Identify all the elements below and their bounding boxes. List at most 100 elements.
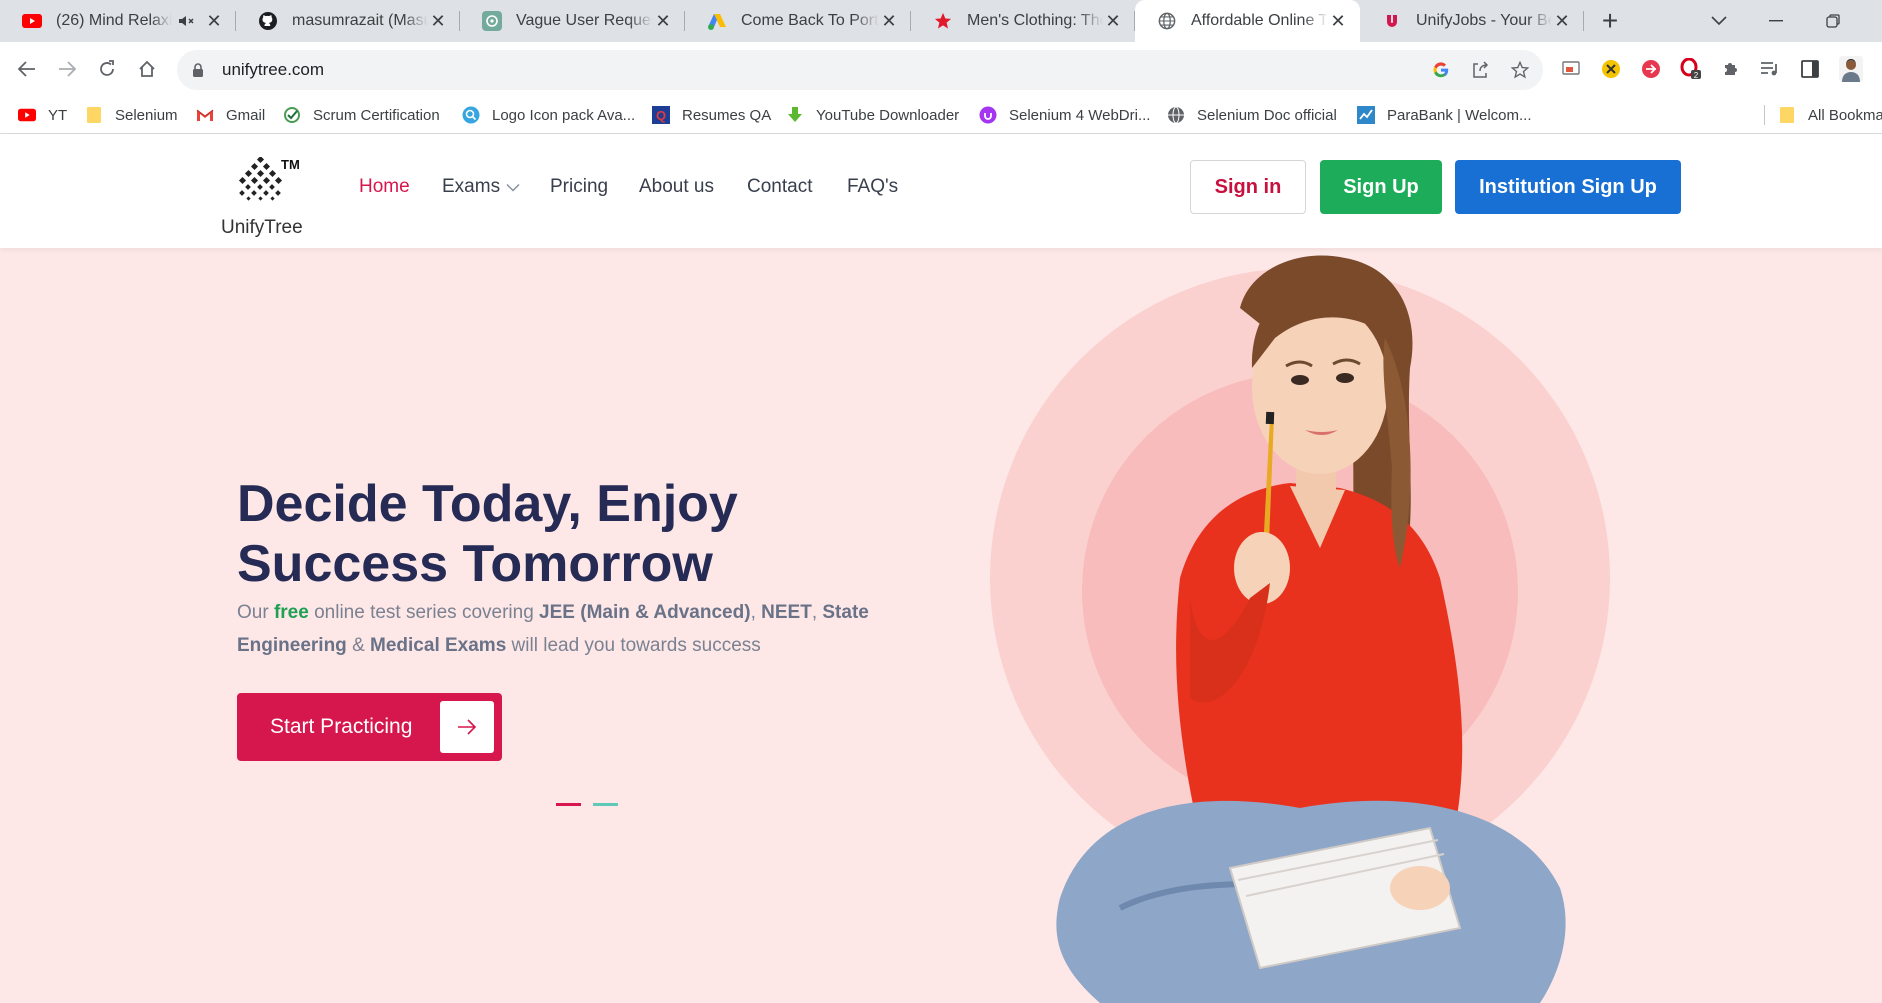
share-icon[interactable] xyxy=(1470,60,1490,80)
forward-icon[interactable] xyxy=(50,52,84,86)
tab-github[interactable]: masumrazait (Masum Raza) ✕ xyxy=(236,0,460,42)
tab-google-ads[interactable]: Come Back To Portfolio ✕ xyxy=(685,0,911,42)
hero-section: Decide Today, Enjoy Success Tomorrow Our… xyxy=(0,248,1882,1003)
minimize-icon[interactable] xyxy=(1756,0,1796,42)
bookmark-youtube-downloader[interactable]: YouTube Downloader xyxy=(786,96,959,134)
nav-about[interactable]: About us xyxy=(639,176,714,198)
bookmark-label: All Bookmarks xyxy=(1808,106,1882,124)
close-tab-icon[interactable]: ✕ xyxy=(204,11,224,31)
nav-faq[interactable]: FAQ's xyxy=(847,176,898,198)
restore-icon[interactable] xyxy=(1813,0,1853,42)
download-icon xyxy=(786,106,804,124)
bookmark-resumes-qa[interactable]: Q Resumes QA xyxy=(652,96,771,134)
youtube-icon xyxy=(18,106,36,124)
mute-extension-icon[interactable] xyxy=(1598,56,1624,82)
bookmark-star-icon[interactable] xyxy=(1510,60,1530,80)
carousel-dot-2[interactable] xyxy=(593,803,618,806)
tab-unifyjobs[interactable]: UnifyJobs - Your Best Job ✕ xyxy=(1360,0,1584,42)
home-icon[interactable] xyxy=(130,52,164,86)
chatgpt-icon xyxy=(482,11,502,31)
sub-text: & xyxy=(346,635,371,656)
tab-strip: (26) Mind Relaxing Music ✕ masumrazait (… xyxy=(0,0,1882,42)
adblock-extension-icon[interactable] xyxy=(1638,56,1664,82)
bookmark-label: Scrum Certification xyxy=(313,106,440,124)
bookmarks-bar: YT Selenium Gmail Scrum Certification Lo… xyxy=(0,96,1882,134)
tab-title: Come Back To Portfolio xyxy=(741,12,879,29)
google-ads-icon xyxy=(707,11,727,31)
bookmark-all-bookmarks[interactable]: All Bookmarks xyxy=(1778,96,1882,134)
sub-jee: JEE (Main & Advanced) xyxy=(539,602,751,623)
hero-title-line2: Success Tomorrow xyxy=(237,535,713,593)
tab-title: Vague User Request xyxy=(516,12,653,29)
nav-exams[interactable]: Exams xyxy=(442,176,520,198)
carousel-dot-active[interactable] xyxy=(556,803,581,806)
youtube-icon xyxy=(22,11,42,31)
close-tab-icon[interactable]: ✕ xyxy=(879,11,899,31)
arrow-right-icon xyxy=(440,701,494,753)
bookmark-yt[interactable]: YT xyxy=(18,96,67,134)
bookmark-gmail[interactable]: Gmail xyxy=(196,96,265,134)
globe-icon xyxy=(1157,11,1177,31)
nav-home[interactable]: Home xyxy=(359,176,410,198)
sub-text: Our xyxy=(237,602,274,623)
address-bar[interactable]: unifytree.com xyxy=(177,50,1543,90)
bookmark-label: Gmail xyxy=(226,106,266,124)
sign-up-button[interactable]: Sign Up xyxy=(1320,160,1442,214)
tab-title: (26) Mind Relaxing Music xyxy=(56,12,172,29)
side-panel-icon[interactable] xyxy=(1797,56,1823,82)
sub-medical: Medical Exams xyxy=(370,635,507,656)
sub-text: will lead you towards success xyxy=(506,635,761,656)
reload-icon[interactable] xyxy=(90,52,124,86)
bookmark-label: Selenium 4 WebDri... xyxy=(1009,106,1151,124)
nav-pricing[interactable]: Pricing xyxy=(550,176,608,198)
muted-speaker-icon[interactable] xyxy=(176,11,196,31)
new-tab-icon[interactable]: + xyxy=(1590,0,1630,42)
bookmark-scrum[interactable]: Scrum Certification xyxy=(283,96,440,134)
sign-in-button[interactable]: Sign in xyxy=(1190,160,1306,214)
hero-title-line1: Decide Today, Enjoy xyxy=(237,475,738,533)
bookmark-logo-icon-pack[interactable]: Logo Icon pack Ava... xyxy=(462,96,635,134)
bookmark-selenium4-webdriver[interactable]: Selenium 4 WebDri... xyxy=(979,96,1150,134)
start-practicing-button[interactable]: Start Practicing xyxy=(237,693,502,761)
tab-unifytree-active[interactable]: Affordable Online Test Series ✕ xyxy=(1135,0,1360,42)
unifyjobs-icon xyxy=(1382,11,1402,31)
resumes-icon: Q xyxy=(652,106,670,124)
opera-extension-icon[interactable]: 2 xyxy=(1678,56,1704,82)
svg-text:Q: Q xyxy=(656,108,666,123)
bookmark-parabank[interactable]: ParaBank | Welcom... xyxy=(1357,96,1532,134)
tab-chatgpt[interactable]: Vague User Request ✕ xyxy=(460,0,685,42)
sub-text: online test series covering xyxy=(308,602,540,623)
institution-sign-up-button[interactable]: Institution Sign Up xyxy=(1455,160,1681,214)
close-tab-icon[interactable]: ✕ xyxy=(428,11,448,31)
unifytree-logo[interactable]: TM UnifyTree xyxy=(220,145,310,240)
bookmark-label: YT xyxy=(48,106,68,124)
bookmark-label: Selenium Doc official xyxy=(1197,106,1337,124)
cast-extension-icon[interactable] xyxy=(1558,56,1584,82)
svg-text:2: 2 xyxy=(1694,71,1699,80)
tab-title: Affordable Online Test Series xyxy=(1191,12,1328,29)
close-tab-icon[interactable]: ✕ xyxy=(1328,11,1348,31)
url-text: unifytree.com xyxy=(222,60,325,79)
browser-toolbar: unifytree.com 2 xyxy=(0,42,1882,96)
bookmarks-separator xyxy=(1764,105,1765,125)
tab-mens-clothing[interactable]: Men's Clothing: The Latest ✕ xyxy=(911,0,1135,42)
bookmark-label: ParaBank | Welcom... xyxy=(1387,106,1532,124)
tab-youtube[interactable]: (26) Mind Relaxing Music ✕ xyxy=(0,0,236,42)
lock-icon[interactable] xyxy=(191,62,205,78)
close-tab-icon[interactable]: ✕ xyxy=(1103,11,1123,31)
sub-free: free xyxy=(273,602,309,623)
profile-avatar[interactable] xyxy=(1838,56,1864,82)
back-icon[interactable] xyxy=(10,52,44,86)
close-tab-icon[interactable]: ✕ xyxy=(1552,11,1572,31)
hero-subtitle: Our free online test series covering JEE… xyxy=(237,596,877,662)
media-queue-icon[interactable] xyxy=(1757,56,1783,82)
tab-search-chevron-icon[interactable] xyxy=(1699,0,1739,42)
close-tab-icon[interactable]: ✕ xyxy=(653,11,673,31)
extensions-puzzle-icon[interactable] xyxy=(1718,56,1744,82)
sub-text: , xyxy=(811,602,823,623)
bookmark-selenium-doc[interactable]: Selenium Doc official xyxy=(1167,96,1337,134)
google-lens-icon[interactable] xyxy=(1431,60,1451,80)
bookmark-folder-selenium[interactable]: Selenium xyxy=(85,96,178,134)
tab-separator xyxy=(1583,11,1584,31)
nav-contact[interactable]: Contact xyxy=(747,176,812,198)
